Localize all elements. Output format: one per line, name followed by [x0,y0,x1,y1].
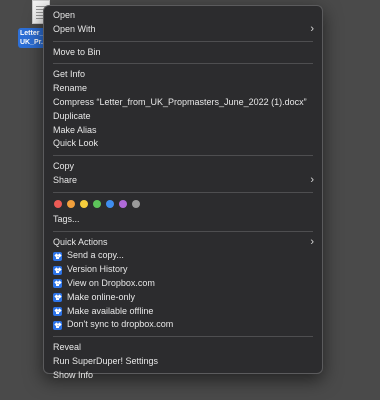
tag-yellow[interactable] [80,199,88,208]
menu-item-get-info[interactable]: Get Info [44,68,322,82]
chevron-right-icon: › [310,173,314,186]
menu-separator [53,191,313,193]
menu-item-view-on-dropbox[interactable]: View on Dropbox.com [44,277,322,291]
menu-item-quick-actions[interactable]: Quick Actions › [44,236,322,250]
menu-item-version-history[interactable]: Version History [44,263,322,277]
dropbox-icon [53,251,62,261]
dropbox-icon [53,293,62,303]
menu-item-label: Reveal [53,342,82,353]
menu-item-share[interactable]: Share › [44,174,322,188]
menu-item-label: Move to Bin [53,46,101,57]
menu-separator [53,336,313,338]
dropbox-icon [53,306,62,316]
menu-separator [53,155,313,157]
menu-item-label: Rename [53,83,88,94]
menu-item-label: Run SuperDuper! Settings [53,355,159,366]
tag-gray[interactable] [132,199,140,208]
dropbox-icon [53,265,62,275]
chevron-right-icon: › [310,22,314,35]
menu-item-label: Send a copy... [67,250,124,261]
menu-item-quick-look[interactable]: Quick Look [44,137,322,151]
tag-red[interactable] [54,199,62,208]
tag-color-row [44,197,322,211]
tag-green[interactable] [93,199,101,208]
menu-item-open[interactable]: Open [44,9,322,23]
menu-item-copy[interactable]: Copy [44,160,322,174]
tag-orange[interactable] [67,199,75,208]
menu-item-label: Open With [53,23,96,34]
menu-item-label: Make online-only [67,291,136,302]
menu-item-label: Show Info [53,369,94,380]
menu-item-label: Don't sync to dropbox.com [67,319,174,330]
menu-item-reveal[interactable]: Reveal [44,341,322,355]
tag-purple[interactable] [119,199,127,208]
dropbox-icon [53,279,62,289]
menu-item-label: Share [53,174,78,185]
tag-blue[interactable] [106,199,114,208]
menu-item-label: Quick Actions [53,236,108,247]
menu-item-send-a-copy[interactable]: Send a copy... [44,249,322,263]
menu-item-dont-sync[interactable]: Don't sync to dropbox.com [44,318,322,332]
chevron-right-icon: › [310,235,314,248]
menu-item-label: Make Alias [53,124,97,135]
menu-item-make-available-offline[interactable]: Make available offline [44,305,322,319]
menu-item-show-info[interactable]: Show Info [44,369,322,383]
menu-item-make-online-only[interactable]: Make online-only [44,291,322,305]
menu-item-label: Quick Look [53,138,99,149]
context-menu: Open Open With › Move to Bin Get Info Ren… [43,5,323,380]
menu-item-label: Version History [67,264,128,275]
menu-item-label: Copy [53,161,75,172]
menu-item-move-to-bin[interactable]: Move to Bin [44,46,322,60]
menu-item-label: Tags... [53,213,80,224]
menu-item-make-alias[interactable]: Make Alias [44,124,322,138]
dropbox-icon [53,320,62,330]
menu-item-label: Make available offline [67,305,154,316]
menu-item-open-with[interactable]: Open With › [44,23,322,37]
menu-separator [53,63,313,65]
menu-item-label: Get Info [53,69,86,80]
menu-item-tags[interactable]: Tags... [44,213,322,227]
menu-item-duplicate[interactable]: Duplicate [44,110,322,124]
menu-item-label: Open [53,10,76,20]
menu-item-label: Duplicate [53,110,91,121]
menu-item-label: Compress “Letter_from_UK_Propmasters_Jun… [53,96,307,107]
menu-separator [53,40,313,42]
menu-separator [53,230,313,232]
menu-item-compress[interactable]: Compress “Letter_from_UK_Propmasters_Jun… [44,96,322,110]
menu-item-label: View on Dropbox.com [67,277,155,288]
menu-item-rename[interactable]: Rename [44,82,322,96]
menu-item-run-superduper-settings[interactable]: Run SuperDuper! Settings [44,355,322,369]
